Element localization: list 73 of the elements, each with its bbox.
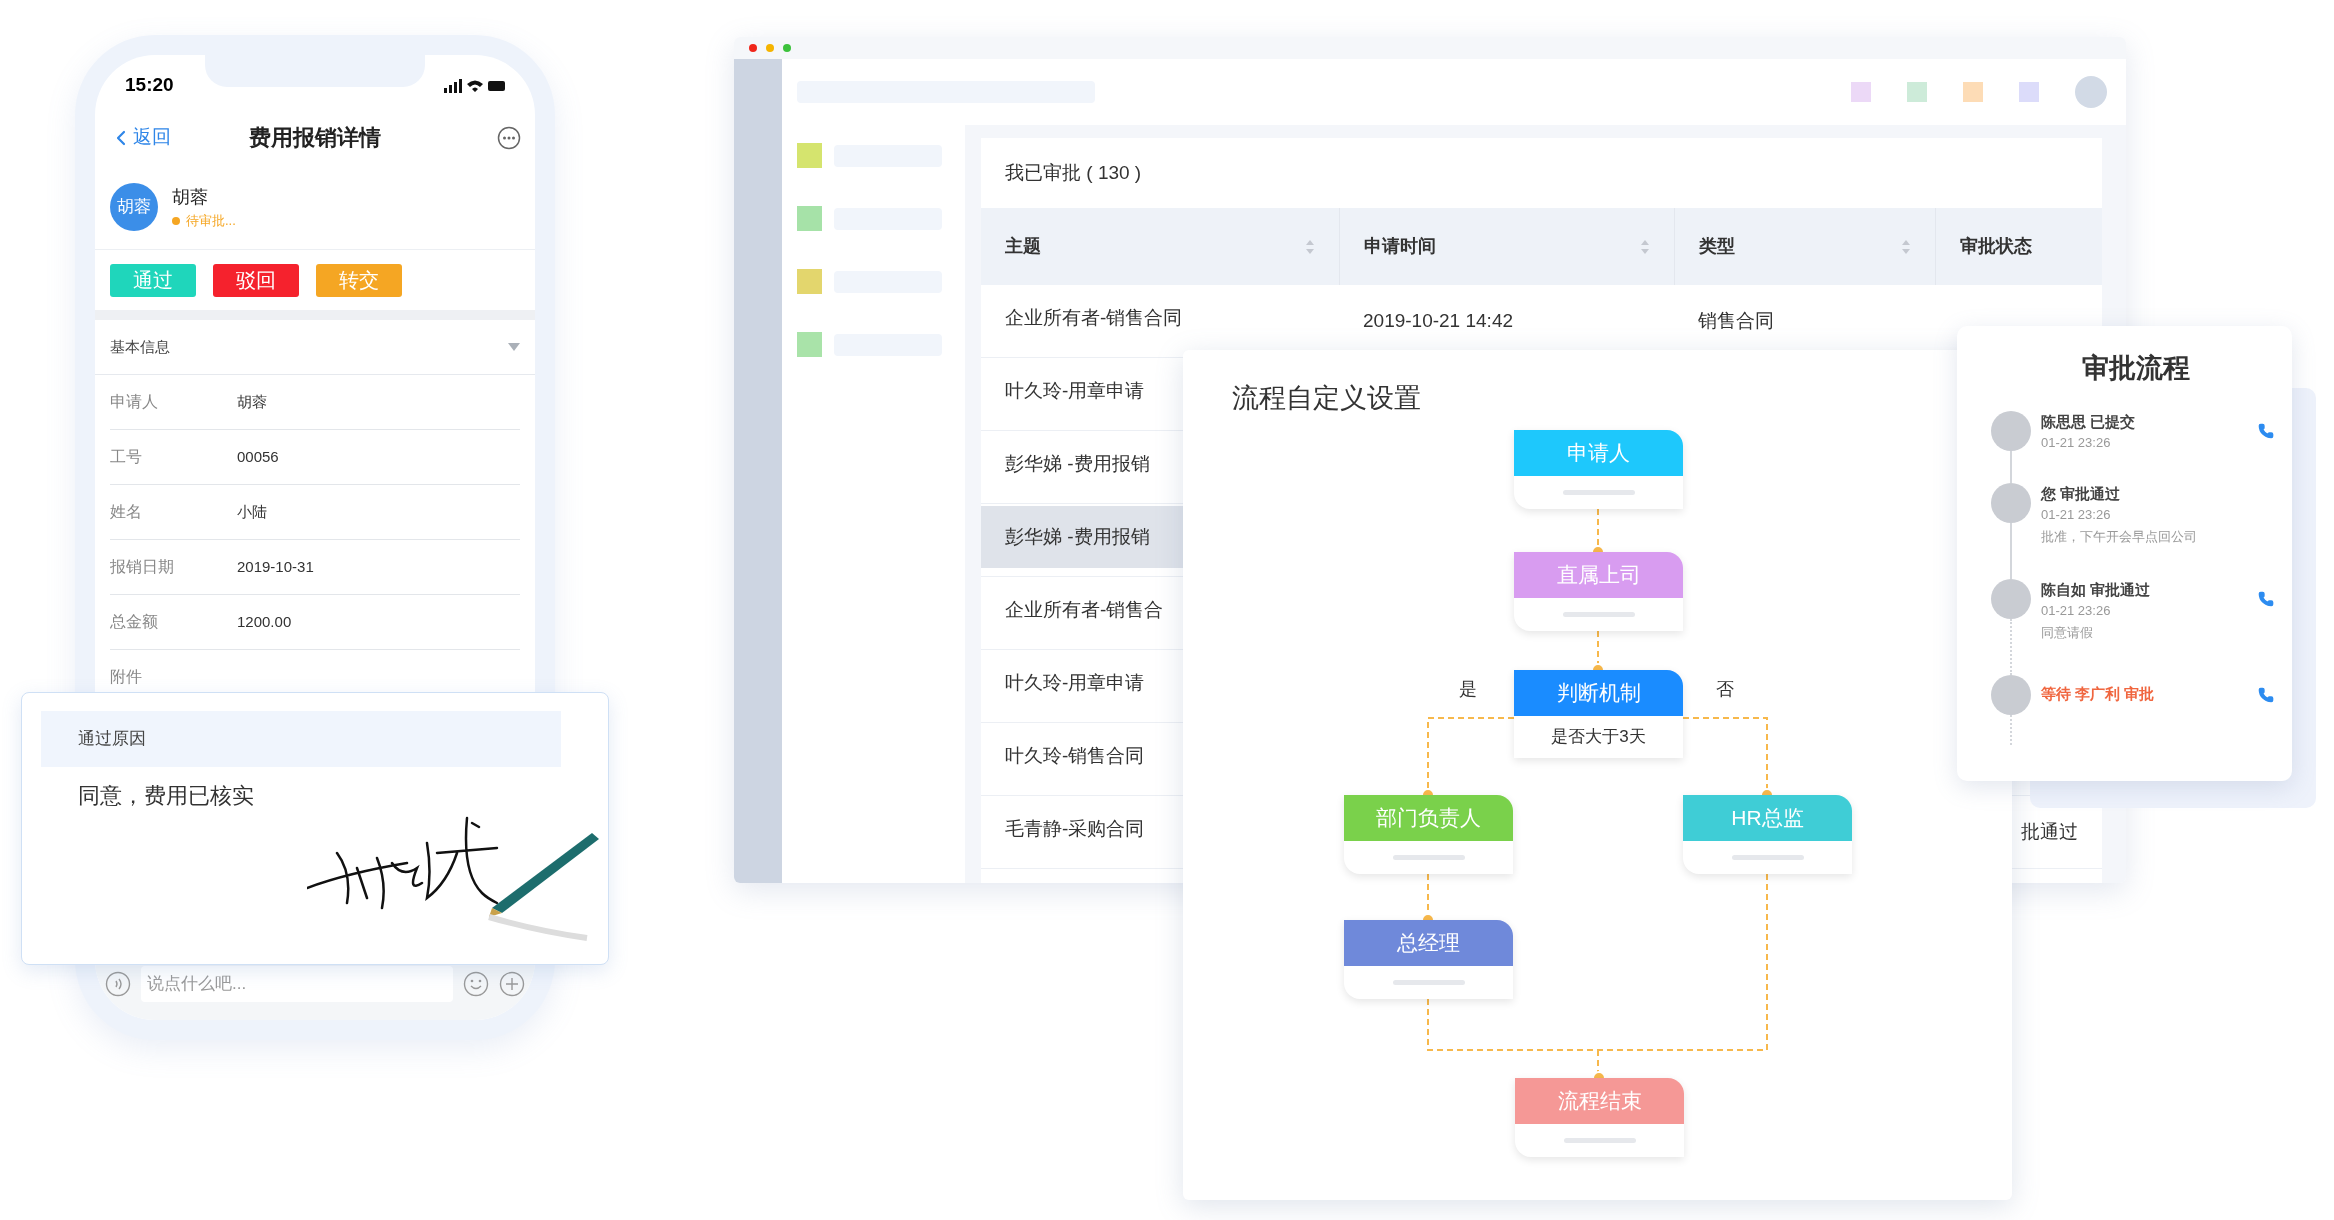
field-value: 小陆: [237, 501, 267, 522]
user-avatar[interactable]: [2075, 76, 2107, 108]
chat-input[interactable]: 说点什么吧...: [141, 966, 453, 1002]
reason-heading: 通过原因: [78, 728, 146, 751]
column-header: 类型: [1699, 235, 1735, 258]
approval-title: 审批流程: [2081, 352, 2190, 386]
step-time: 01-21 23:26: [2041, 434, 2112, 452]
branch-label: 否: [1716, 678, 1734, 701]
field-value: 00056: [237, 446, 279, 467]
timeline-line: [2010, 523, 2012, 579]
table-cell-text: 销售合同: [1698, 308, 1774, 333]
flow-node-label: 直属上司: [1556, 562, 1641, 589]
step-comment: 批准，下午开会早点回公司: [2041, 528, 2198, 546]
field-label: 附件: [110, 667, 143, 687]
field-label: 工号: [110, 447, 143, 467]
column-header: 主题: [1005, 235, 1041, 258]
page-title: 费用报销详情: [249, 124, 381, 152]
flow-node[interactable]: 判断机制 是否大于3天: [1514, 670, 1683, 758]
field-value: 2019-10-31: [237, 556, 314, 577]
step-time: 01-21 23:26: [2041, 506, 2112, 524]
step-title: 陈思思 已提交: [2041, 412, 2137, 432]
table-cell-text: 2019-10-21 14:42: [1363, 308, 1513, 333]
sort-icon[interactable]: [1640, 238, 1650, 255]
battery-icon: [488, 80, 505, 91]
table-title: 我已审批 ( 130 ): [1005, 160, 1142, 185]
action-button[interactable]: 驳回: [213, 263, 299, 297]
wifi-icon: [467, 78, 483, 93]
step-time: 01-21 23:26: [2041, 602, 2112, 620]
column-header: 审批状态: [1960, 235, 2032, 258]
field-label: 姓名: [110, 502, 143, 522]
toolbar-square[interactable]: [1851, 82, 1871, 102]
flow-node-label: 流程结束: [1557, 1088, 1642, 1115]
phone-icon[interactable]: [2258, 423, 2274, 439]
table-cell[interactable]: 彭华娣 -费用报销: [981, 506, 1183, 568]
section-title: 基本信息: [110, 336, 170, 357]
section-header[interactable]: 基本信息: [95, 320, 535, 375]
applicant-avatar: 胡蓉: [110, 183, 158, 231]
toolbar-square[interactable]: [1963, 82, 1983, 102]
column-header: 申请时间: [1364, 235, 1436, 258]
step-title: 您 审批通过: [2041, 484, 2122, 504]
field-value: 1200.00: [237, 611, 292, 632]
toolbar-square[interactable]: [2019, 82, 2039, 102]
reason-text: 同意，费用已核实: [78, 782, 255, 810]
more-icon[interactable]: [497, 125, 521, 150]
voice-icon[interactable]: [105, 971, 131, 997]
phone-icon[interactable]: [2258, 687, 2274, 703]
applicant-name: 胡蓉: [172, 185, 209, 209]
flow-node-label: HR总监: [1731, 805, 1804, 832]
plus-icon[interactable]: [499, 971, 525, 997]
applicant-status: 待审批...: [186, 211, 236, 230]
sort-icon[interactable]: [1901, 238, 1911, 255]
flow-node-label: 判断机制: [1556, 680, 1641, 707]
branch-label: 是: [1459, 678, 1477, 701]
flow-node-label: 总经理: [1397, 930, 1460, 957]
phone-icon[interactable]: [2258, 591, 2274, 607]
step-comment: 同意请假: [2041, 624, 2094, 642]
field-value: 胡蓉: [237, 391, 267, 412]
signal-icon: [444, 78, 462, 93]
flow-node-label: 申请人: [1567, 440, 1630, 467]
field-label: 申请人: [110, 392, 159, 412]
back-link[interactable]: 返回: [109, 123, 171, 152]
field-label: 总金额: [110, 612, 159, 632]
flow-node-note: 是否大于3天: [1551, 726, 1646, 749]
sort-icon[interactable]: [1305, 238, 1315, 255]
emoji-icon[interactable]: [463, 971, 489, 997]
flow-title: 流程自定义设置: [1232, 382, 1421, 415]
step-title: 陈自如 审批通过: [2041, 580, 2152, 600]
toolbar-square[interactable]: [1907, 82, 1927, 102]
field-label: 报销日期: [110, 557, 175, 577]
flow-node-label: 部门负责人: [1376, 805, 1481, 832]
status-time: 15:20: [125, 73, 174, 98]
table-cell-text: 批通过: [2021, 819, 2078, 844]
step-title: 等待 李广利 审批: [2041, 684, 2156, 704]
